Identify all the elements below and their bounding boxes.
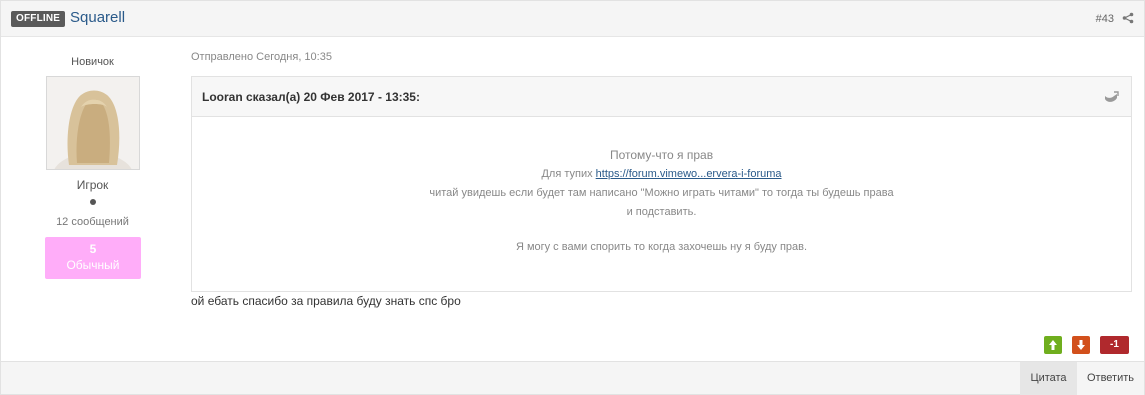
post-body-text: ой ебать спасибо за правила буду знать с… — [191, 294, 461, 308]
quote-body: Потому-что я прав Для тупих https://foru… — [192, 117, 1131, 257]
status-badge: OFFLINE — [11, 11, 66, 27]
quote-block: Looran сказал(а) 20 Фев 2017 - 13:35: По… — [191, 76, 1132, 292]
share-icon[interactable] — [1122, 12, 1134, 24]
quote-line: Потому-что я прав — [609, 148, 714, 162]
status-dot-icon — [90, 199, 96, 205]
post-header: OFFLINE Squarell #43 — [1, 1, 1144, 37]
user-group: Игрок — [76, 178, 109, 192]
post-date: Отправлено Сегодня, 10:35 — [191, 51, 332, 63]
post-number-link[interactable]: #43 — [1096, 13, 1114, 25]
arrow-down-icon — [1077, 340, 1085, 350]
post-count: 12 сообщений — [56, 216, 129, 228]
avatar[interactable] — [46, 76, 140, 170]
quote-link[interactable]: https://forum.vimewo...ervera-i-foruma — [596, 168, 782, 180]
quote-line: Для тупих https://forum.vimewo...ervera-… — [192, 165, 1131, 184]
reply-button[interactable]: Ответить — [1077, 362, 1144, 395]
vote-up-button[interactable] — [1044, 336, 1062, 354]
rank-title: Новичок — [71, 56, 114, 68]
quote-jump-icon[interactable] — [1103, 90, 1119, 104]
quote-button[interactable]: Цитата — [1020, 362, 1077, 395]
reputation-label: Обычный — [66, 258, 120, 272]
forum-post: OFFLINE Squarell #43 Новичок Игрок 12 со… — [0, 0, 1145, 395]
quote-spacer — [192, 222, 1131, 238]
quote-line: читай увидешь если будет там написано "М… — [429, 187, 894, 199]
post-footer: Цитата Ответить — [1, 361, 1144, 395]
vote-down-button[interactable] — [1072, 336, 1090, 354]
quote-line-prefix: Для тупих — [541, 168, 596, 180]
quote-header: Looran сказал(а) 20 Фев 2017 - 13:35: — [192, 77, 1131, 117]
quote-line: Я могу с вами спорить то когда захочешь … — [515, 241, 808, 253]
reputation-badge: 5 Обычный — [45, 237, 141, 279]
reputation-value: 5 — [89, 242, 97, 256]
quote-citation: Looran сказал(а) 20 Фев 2017 - 13:35: — [202, 90, 420, 104]
author-name-link[interactable]: Squarell — [70, 9, 125, 26]
reputation-total: -1 — [1100, 336, 1129, 354]
arrow-up-icon — [1049, 340, 1057, 350]
quote-line: и подставить. — [626, 206, 697, 218]
